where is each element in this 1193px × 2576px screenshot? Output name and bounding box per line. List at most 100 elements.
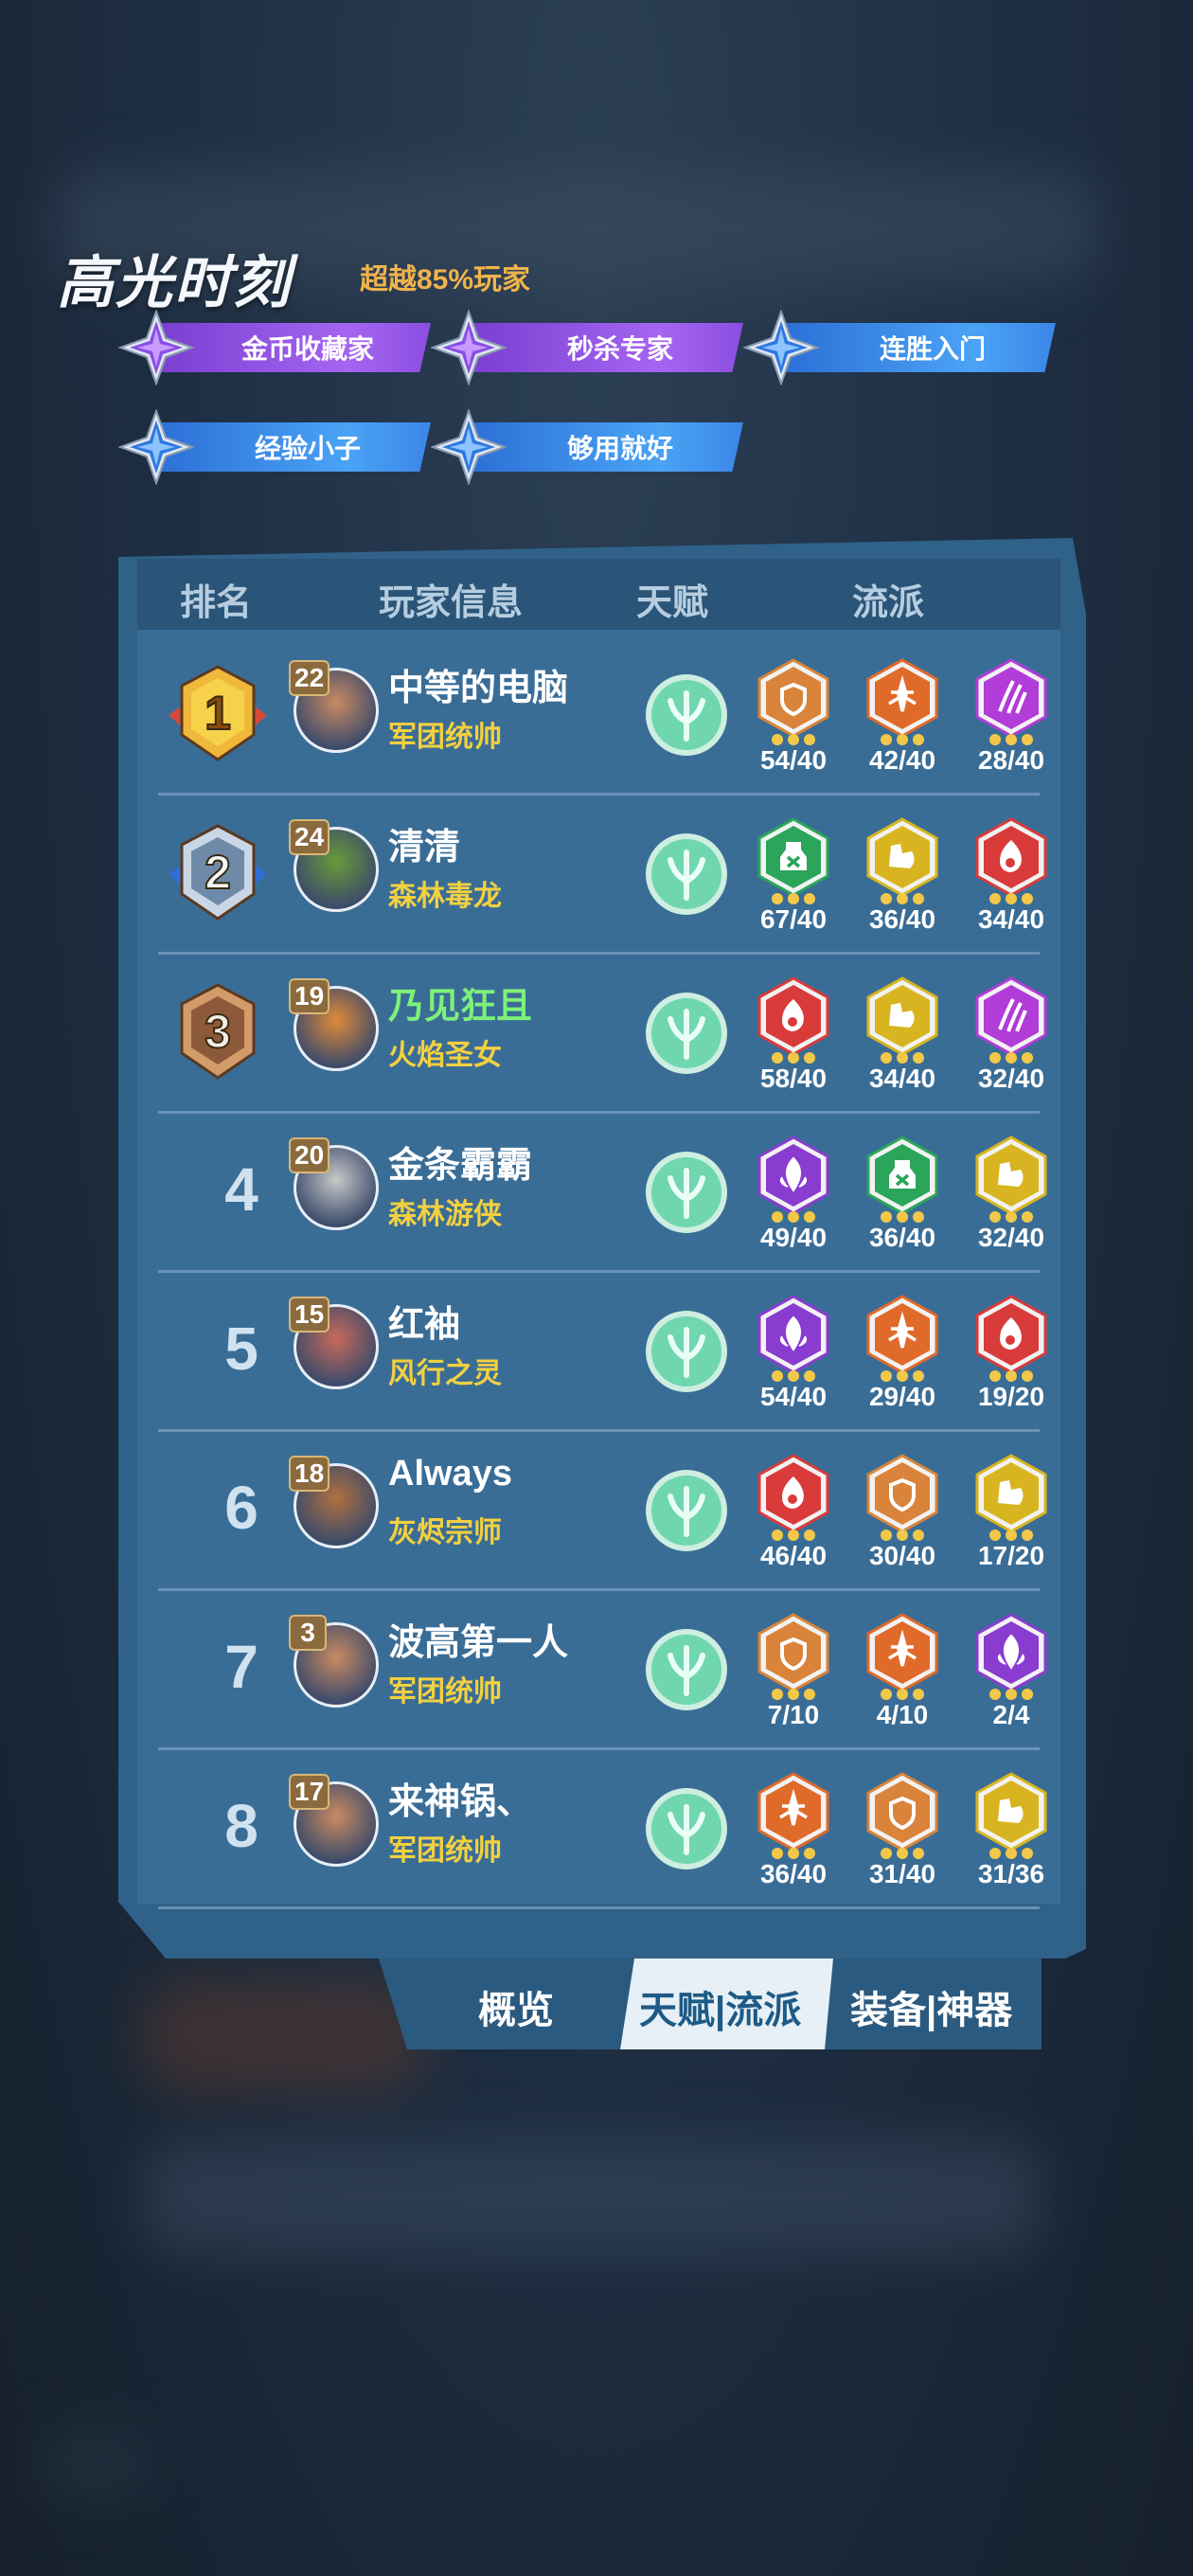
- trait-dots: [762, 734, 825, 745]
- badge-label: 秒杀专家: [469, 323, 743, 372]
- faction-trait[interactable]: 30/40: [860, 1454, 945, 1577]
- player-name: 乃见狂且: [388, 987, 533, 1027]
- talent-icon[interactable]: [644, 1627, 729, 1712]
- table-row[interactable]: 7 3 波高第一人 军团统帅 7/10 4/10 2/4: [137, 1594, 1060, 1750]
- talent-icon[interactable]: [644, 1150, 729, 1235]
- player-name: 清清: [388, 828, 461, 868]
- trait-count: 42/40: [868, 745, 936, 775]
- faction-trait[interactable]: 19/20: [969, 1295, 1054, 1418]
- tab-talent-faction[interactable]: 天赋|流派: [639, 1979, 801, 2034]
- faction-trait[interactable]: 67/40: [751, 817, 836, 940]
- highlight-badge[interactable]: 连胜入门: [742, 309, 1065, 386]
- table-row[interactable]: 5 15 红袖 风行之灵 54/40 29/40 19/20: [137, 1276, 1060, 1432]
- star-icon: [117, 408, 195, 486]
- rank-medal-icon: 3: [161, 981, 275, 1085]
- svg-text:2: 2: [205, 846, 231, 899]
- faction-trait[interactable]: 32/40: [969, 1136, 1054, 1259]
- talent-icon[interactable]: [644, 1309, 729, 1394]
- highlight-badge[interactable]: 秒杀专家: [430, 309, 753, 386]
- header-talent: 天赋: [636, 583, 709, 623]
- trait-count: 54/40: [759, 1382, 828, 1411]
- header-player: 玩家信息: [379, 583, 524, 623]
- faction-trait[interactable]: 4/10: [860, 1613, 945, 1736]
- trait-count: 46/40: [759, 1541, 828, 1570]
- faction-trait[interactable]: 7/10: [751, 1613, 836, 1736]
- talent-icon[interactable]: [644, 1468, 729, 1553]
- trait-dots: [980, 1370, 1042, 1382]
- trait-dots: [871, 1530, 934, 1541]
- player-name: Always: [388, 1454, 512, 1494]
- row-divider: [158, 1111, 1040, 1114]
- faction-trait[interactable]: 28/40: [969, 658, 1054, 781]
- trait-dots: [980, 1211, 1042, 1223]
- table-row[interactable]: 2 24 清清 森林毒龙 67/40 36/40 34/40: [137, 798, 1060, 955]
- trait-count: 29/40: [868, 1382, 936, 1411]
- trait-count: 32/40: [977, 1064, 1045, 1093]
- trait-dots: [762, 893, 825, 904]
- blurred-shape: [38, 2424, 151, 2500]
- trait-count: 49/40: [759, 1223, 828, 1252]
- player-name: 中等的电脑: [388, 669, 569, 708]
- trait-dots: [871, 1370, 934, 1382]
- badge-label: 金币收藏家: [156, 323, 431, 372]
- header-faction: 流派: [852, 583, 925, 623]
- rank-number: 7: [224, 1633, 258, 1701]
- svg-text:1: 1: [205, 687, 231, 740]
- player-class: 森林游侠: [388, 1199, 502, 1230]
- highlight-badge[interactable]: 够用就好: [430, 408, 753, 486]
- faction-trait[interactable]: 34/40: [860, 976, 945, 1100]
- faction-trait[interactable]: 54/40: [751, 658, 836, 781]
- faction-trait[interactable]: 34/40: [969, 817, 1054, 940]
- trait-count: 67/40: [759, 904, 828, 934]
- level-badge: 17: [289, 1774, 330, 1810]
- faction-trait[interactable]: 17/20: [969, 1454, 1054, 1577]
- faction-trait[interactable]: 36/40: [751, 1772, 836, 1895]
- player-class: 灰烬宗师: [388, 1517, 502, 1548]
- trait-count: 7/10: [767, 1700, 820, 1729]
- tab-overview[interactable]: 概览: [478, 1979, 554, 2034]
- level-badge: 3: [289, 1615, 327, 1651]
- player-class: 风行之灵: [388, 1358, 502, 1389]
- highlight-badge[interactable]: 经验小子: [117, 408, 440, 486]
- faction-trait[interactable]: 46/40: [751, 1454, 836, 1577]
- faction-trait[interactable]: 36/40: [860, 1136, 945, 1259]
- trait-count: 34/40: [977, 904, 1045, 934]
- trait-count: 58/40: [759, 1064, 828, 1093]
- talent-icon[interactable]: [644, 832, 729, 917]
- faction-trait[interactable]: 2/4: [969, 1613, 1054, 1736]
- rank-number: 8: [224, 1792, 258, 1860]
- table-row[interactable]: 3 19 乃见狂且 火焰圣女 58/40 34/40 32/40: [137, 957, 1060, 1114]
- table-row[interactable]: 6 18 Always 灰烬宗师 46/40 30/40 17/20: [137, 1435, 1060, 1591]
- table-row[interactable]: 8 17 来神锅、 军团统帅 36/40 31/40 31/36: [137, 1753, 1060, 1909]
- trait-dots: [762, 1370, 825, 1382]
- faction-trait[interactable]: 31/36: [969, 1772, 1054, 1895]
- talent-icon[interactable]: [644, 991, 729, 1076]
- trait-dots: [871, 1848, 934, 1859]
- faction-trait[interactable]: 36/40: [860, 817, 945, 940]
- tab-equipment[interactable]: 装备|神器: [850, 1979, 1012, 2034]
- table-row[interactable]: 4 20 金条霸霸 森林游侠 49/40 36/40 32/40: [137, 1117, 1060, 1273]
- faction-trait[interactable]: 49/40: [751, 1136, 836, 1259]
- trait-dots: [980, 1530, 1042, 1541]
- header-rank: 排名: [180, 583, 253, 623]
- trait-count: 2/4: [992, 1700, 1030, 1729]
- row-divider: [158, 1429, 1040, 1432]
- trait-count: 31/36: [977, 1859, 1045, 1888]
- faction-trait[interactable]: 29/40: [860, 1295, 945, 1418]
- highlight-subtitle: 超越85%玩家: [360, 264, 531, 295]
- faction-trait[interactable]: 58/40: [751, 976, 836, 1100]
- highlight-badge[interactable]: 金币收藏家: [117, 309, 440, 386]
- table-row[interactable]: 1 22 中等的电脑 军团统帅 54/40 42/40 28/40: [137, 639, 1060, 796]
- talent-icon[interactable]: [644, 672, 729, 758]
- talent-icon[interactable]: [644, 1786, 729, 1871]
- faction-trait[interactable]: 54/40: [751, 1295, 836, 1418]
- trait-dots: [980, 1848, 1042, 1859]
- trait-dots: [871, 1052, 934, 1064]
- trait-dots: [871, 893, 934, 904]
- level-badge: 20: [289, 1137, 330, 1173]
- svg-text:3: 3: [205, 1005, 231, 1058]
- faction-trait[interactable]: 32/40: [969, 976, 1054, 1100]
- faction-trait[interactable]: 31/40: [860, 1772, 945, 1895]
- trait-count: 17/20: [977, 1541, 1045, 1570]
- faction-trait[interactable]: 42/40: [860, 658, 945, 781]
